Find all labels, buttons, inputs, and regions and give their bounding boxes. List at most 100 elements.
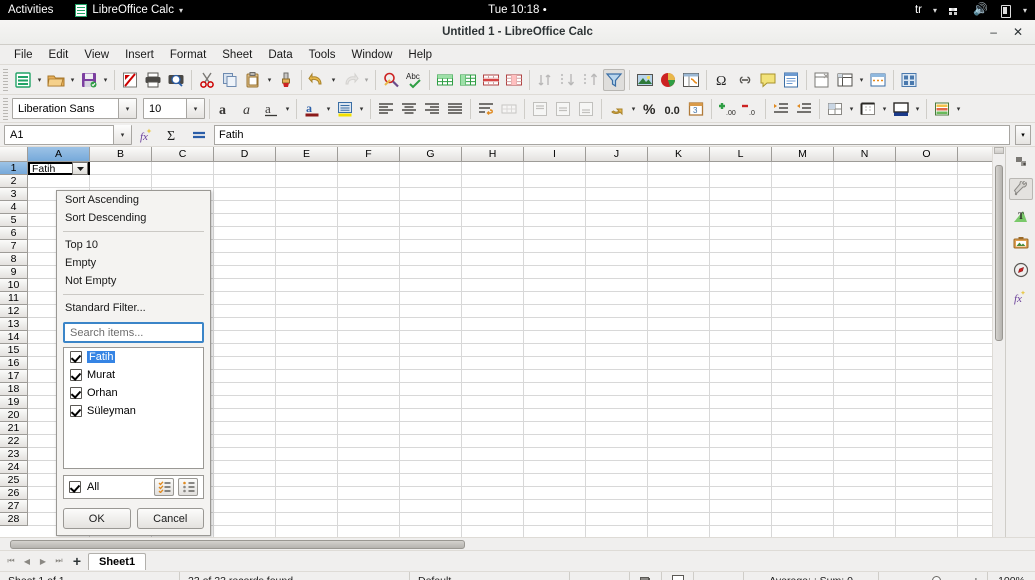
close-button[interactable]: ✕ xyxy=(1013,26,1023,38)
row-header-5[interactable]: 5 xyxy=(0,214,28,227)
row-header-7[interactable]: 7 xyxy=(0,240,28,253)
name-box-chevron-icon[interactable]: ▾ xyxy=(113,125,131,144)
special-character-icon[interactable]: Ω xyxy=(711,69,733,91)
redo-dropdown-icon[interactable]: ▾ xyxy=(362,69,371,91)
select-all-corner[interactable] xyxy=(0,147,28,162)
vertical-split-handle[interactable] xyxy=(994,147,1004,154)
cell-a1[interactable]: Fatih xyxy=(28,162,90,175)
zoom-in-button[interactable]: + xyxy=(973,575,979,580)
search-input[interactable]: Search items... xyxy=(63,322,204,343)
row-header-17[interactable]: 17 xyxy=(0,370,28,383)
status-insert-mode[interactable] xyxy=(570,571,630,580)
delete-columns-icon[interactable] xyxy=(503,69,525,91)
autofilter-icon[interactable] xyxy=(603,68,625,91)
row-header-13[interactable]: 13 xyxy=(0,318,28,331)
column-icon[interactable] xyxy=(457,69,479,91)
menu-sheet[interactable]: Sheet xyxy=(214,47,260,63)
row-header-15[interactable]: 15 xyxy=(0,344,28,357)
function-wizard-icon[interactable]: fx xyxy=(136,125,158,145)
column-header-o[interactable]: O xyxy=(896,147,958,162)
menu-data[interactable]: Data xyxy=(260,47,300,63)
vertical-scroll-thumb[interactable] xyxy=(995,165,1003,341)
first-sheet-button[interactable]: ⏮ xyxy=(4,553,18,569)
filter-menu-sort-ascending[interactable]: Sort Ascending xyxy=(57,191,210,209)
pivot-table-icon[interactable] xyxy=(680,69,702,91)
expand-formula-bar-icon[interactable]: ▾ xyxy=(1015,124,1031,145)
save-document-icon[interactable] xyxy=(78,69,100,91)
menu-window[interactable]: Window xyxy=(343,47,400,63)
menu-tools[interactable]: Tools xyxy=(301,47,344,63)
column-header-l[interactable]: L xyxy=(710,147,772,162)
status-page-style[interactable]: Default xyxy=(410,571,570,580)
currency-icon[interactable] xyxy=(606,98,628,120)
selection-mode-icon[interactable] xyxy=(630,571,662,580)
row-header-24[interactable]: 24 xyxy=(0,461,28,474)
underline-icon[interactable]: a xyxy=(260,98,282,120)
add-decimal-place-icon[interactable]: .00 xyxy=(716,98,738,120)
toolbar-grip[interactable] xyxy=(3,68,8,91)
menu-help[interactable]: Help xyxy=(400,47,440,63)
filter-value-list[interactable]: Fatih Murat Orhan Süleyman xyxy=(63,347,204,469)
checkbox-suleyman[interactable] xyxy=(70,405,82,417)
toolbar-grip[interactable] xyxy=(3,97,8,120)
hide-only-current-icon[interactable] xyxy=(178,478,198,496)
previous-sheet-button[interactable]: ◀ xyxy=(20,553,34,569)
center-vertically-icon[interactable] xyxy=(552,98,574,120)
show-draw-functions-icon[interactable] xyxy=(867,69,889,91)
copy-icon[interactable] xyxy=(219,69,241,91)
row-header-26[interactable]: 26 xyxy=(0,487,28,500)
list-item[interactable]: Fatih xyxy=(64,348,203,366)
cut-icon[interactable] xyxy=(196,69,218,91)
activities-button[interactable]: Activities xyxy=(8,4,53,16)
menu-format[interactable]: Format xyxy=(162,47,214,63)
row-header-21[interactable]: 21 xyxy=(0,422,28,435)
row-icon[interactable] xyxy=(434,69,456,91)
spelling-icon[interactable]: Abc xyxy=(403,69,425,91)
system-status-area[interactable]: tr ▾ ▾ xyxy=(915,2,1027,18)
column-header-m[interactable]: M xyxy=(772,147,834,162)
row-header-19[interactable]: 19 xyxy=(0,396,28,409)
menu-edit[interactable]: Edit xyxy=(41,47,77,63)
new-document-dropdown-icon[interactable]: ▾ xyxy=(35,69,44,91)
styles-icon[interactable]: T xyxy=(1009,205,1033,227)
row-header-27[interactable]: 27 xyxy=(0,500,28,513)
row-header-6[interactable]: 6 xyxy=(0,227,28,240)
menu-insert[interactable]: Insert xyxy=(117,47,162,63)
zoom-knob[interactable] xyxy=(931,576,941,580)
delete-rows-icon[interactable] xyxy=(480,69,502,91)
new-document-icon[interactable] xyxy=(12,69,34,91)
print-icon[interactable] xyxy=(142,69,164,91)
font-name-chevron-icon[interactable]: ▾ xyxy=(118,99,136,118)
row-header-12[interactable]: 12 xyxy=(0,305,28,318)
split-window-dropdown-icon[interactable]: ▾ xyxy=(857,69,866,91)
italic-icon[interactable]: a xyxy=(237,98,259,120)
wrap-text-icon[interactable] xyxy=(475,98,497,120)
ok-button[interactable]: OK xyxy=(63,508,131,529)
app-menu-button[interactable]: LibreOffice Calc ▾ xyxy=(75,3,183,17)
filter-menu-standard-filter[interactable]: Standard Filter... xyxy=(57,299,210,317)
conditional-icon[interactable] xyxy=(931,98,953,120)
border-style-dropdown-icon[interactable]: ▾ xyxy=(880,98,889,120)
sort-ascending-icon[interactable] xyxy=(557,69,579,91)
filter-menu-empty[interactable]: Empty xyxy=(57,254,210,272)
comment-icon[interactable] xyxy=(757,69,779,91)
split-window-icon[interactable] xyxy=(834,69,856,91)
column-header-g[interactable]: G xyxy=(400,147,462,162)
row-header-3[interactable]: 3 xyxy=(0,188,28,201)
bold-icon[interactable]: a xyxy=(214,98,236,120)
filter-menu-sort-descending[interactable]: Sort Descending xyxy=(57,209,210,227)
zoom-slider[interactable]: – + xyxy=(879,575,987,580)
highlight-color-icon[interactable] xyxy=(334,98,356,120)
increase-indent-icon[interactable] xyxy=(770,98,792,120)
list-item[interactable]: Murat xyxy=(64,366,203,384)
paste-icon[interactable] xyxy=(242,69,264,91)
column-header-f[interactable]: F xyxy=(338,147,400,162)
find-and-replace-icon[interactable] xyxy=(380,69,402,91)
highlight-color-dropdown-icon[interactable]: ▾ xyxy=(357,98,366,120)
gallery-icon[interactable] xyxy=(1009,232,1033,254)
font-size-combo[interactable]: 10 ▾ xyxy=(143,98,205,119)
menu-view[interactable]: View xyxy=(76,47,117,63)
horizontal-scroll-thumb[interactable] xyxy=(10,539,465,549)
row-header-28[interactable]: 28 xyxy=(0,513,28,526)
borders-dropdown-icon[interactable]: ▾ xyxy=(847,98,856,120)
